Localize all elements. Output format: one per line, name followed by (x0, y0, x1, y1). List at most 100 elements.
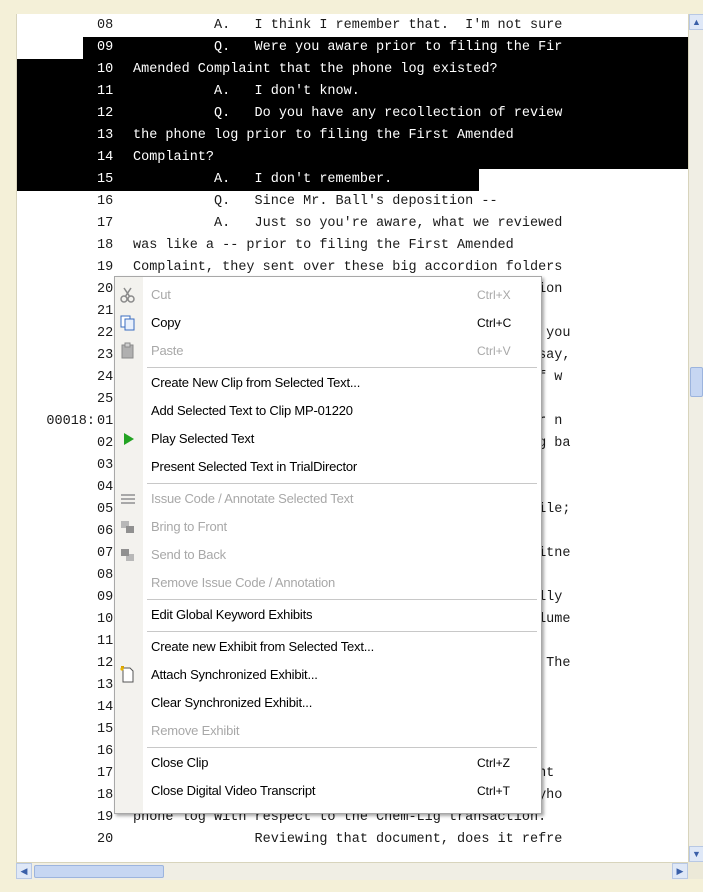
menu-item-send-to-back: Send to Back (115, 541, 541, 569)
scroll-right-arrow-icon[interactable]: ▶ (672, 863, 688, 879)
menu-item-attach-synchronized-exhibit[interactable]: Attach Synchronized Exhibit... (115, 661, 541, 689)
transcript-line: 08 A. I think I remember that. I'm not s… (17, 15, 689, 37)
line-number: 13 (97, 128, 114, 143)
line-number: 20 (97, 832, 114, 847)
menu-item-issue-code-annotate-selected-text: Issue Code / Annotate Selected Text (115, 485, 541, 513)
line-number: 08 (97, 568, 114, 583)
line-number: 21 (97, 304, 114, 319)
line-number: 17 (97, 216, 114, 231)
line-text: A. I don't remember. (133, 172, 393, 187)
line-number: 25 (97, 392, 114, 407)
scroll-left-arrow-icon[interactable]: ◀ (16, 863, 32, 879)
menu-item-label: Add Selected Text to Clip MP-01220 (151, 403, 353, 418)
line-number: 14 (97, 700, 114, 715)
line-text: Q. Were you aware prior to filing the Fi… (133, 40, 563, 55)
line-number: 05 (97, 502, 114, 517)
menu-item-cut: Cut Ctrl+X (115, 281, 541, 309)
transcript-line: 18 was like a -- prior to filing the Firs… (17, 235, 689, 257)
line-number: 18 (97, 788, 114, 803)
horizontal-scroll-thumb[interactable] (34, 865, 164, 878)
scrollbar-corner (688, 862, 703, 879)
line-text: A. Just so you're aware, what we reviewe… (133, 216, 563, 231)
menu-item-shortcut: Ctrl+X (477, 288, 511, 302)
send-back-icon (119, 546, 137, 564)
line-text: Complaint? (133, 150, 215, 165)
menu-item-remove-exhibit: Remove Exhibit (115, 717, 541, 745)
menu-item-close-digital-video-transcript[interactable]: Close Digital Video Transcript Ctrl+T (115, 777, 541, 805)
line-text: Reviewing that document, does it refre (133, 832, 563, 847)
menu-item-bring-to-front: Bring to Front (115, 513, 541, 541)
line-number: 16 (97, 744, 114, 759)
play-icon (119, 430, 137, 448)
menu-item-create-new-exhibit-from-selected-text[interactable]: Create new Exhibit from Selected Text... (115, 633, 541, 661)
transcript-line: 16 Q. Since Mr. Ball's deposition -- (17, 191, 689, 213)
menu-item-copy[interactable]: Copy Ctrl+C (115, 309, 541, 337)
line-number: 09 (97, 40, 114, 55)
menu-item-label: Create New Clip from Selected Text... (151, 375, 361, 390)
menu-item-label: Issue Code / Annotate Selected Text (151, 491, 354, 506)
line-number: 10 (97, 612, 114, 627)
menu-item-shortcut: Ctrl+C (477, 316, 512, 330)
line-text: A. I think I remember that. I'm not sure (133, 18, 563, 33)
menu-item-shortcut: Ctrl+Z (477, 756, 510, 770)
transcript-line: 10 Amended Complaint that the phone log e… (17, 59, 689, 81)
menu-item-label: Send to Back (151, 547, 226, 562)
menu-item-label: Copy (151, 315, 181, 330)
line-number: 23 (97, 348, 114, 363)
vertical-scroll-thumb[interactable] (690, 367, 703, 397)
line-number: 14 (97, 150, 114, 165)
horizontal-scrollbar[interactable]: ◀ ▶ (16, 862, 688, 880)
menu-item-label: Cut (151, 287, 171, 302)
line-number: 17 (97, 766, 114, 781)
menu-item-label: Create new Exhibit from Selected Text... (151, 639, 374, 654)
line-number: 09 (97, 590, 114, 605)
menu-item-label: Close Clip (151, 755, 209, 770)
line-number: 11 (97, 84, 114, 99)
menu-item-add-selected-text-to-clip-mp-01220[interactable]: Add Selected Text to Clip MP-01220 (115, 397, 541, 425)
context-menu: Cut Ctrl+X Copy Ctrl+C Paste Ctrl+V Create New… (114, 276, 542, 814)
menu-separator (147, 599, 537, 600)
menu-item-create-new-clip-from-selected-text[interactable]: Create New Clip from Selected Text... (115, 369, 541, 397)
line-number: 13 (97, 678, 114, 693)
scroll-down-arrow-icon[interactable]: ▼ (689, 846, 703, 862)
line-number: 22 (97, 326, 114, 341)
line-number: 18 (97, 238, 114, 253)
line-number: 15 (97, 172, 114, 187)
scroll-up-arrow-icon[interactable]: ▲ (689, 14, 703, 30)
menu-separator (147, 747, 537, 748)
menu-item-label: Edit Global Keyword Exhibits (151, 607, 313, 622)
vertical-scrollbar[interactable]: ▲ ▼ (688, 14, 703, 862)
menu-item-paste: Paste Ctrl+V (115, 337, 541, 365)
menu-item-label: Play Selected Text (151, 431, 255, 446)
line-number: 08 (97, 18, 114, 33)
copy-icon (119, 314, 137, 332)
line-number: 01 (97, 414, 114, 429)
transcript-line: 09 Q. Were you aware prior to filing the… (17, 37, 689, 59)
menu-item-present-selected-text-in-trialdirector[interactable]: Present Selected Text in TrialDirector (115, 453, 541, 481)
transcript-line: 11 A. I don't know. (17, 81, 689, 103)
paste-icon (119, 342, 137, 360)
line-text: A. I don't know. (133, 84, 360, 99)
menu-item-remove-issue-code-annotation: Remove Issue Code / Annotation (115, 569, 541, 597)
line-number: 03 (97, 458, 114, 473)
menu-item-clear-synchronized-exhibit[interactable]: Clear Synchronized Exhibit... (115, 689, 541, 717)
menu-item-play-selected-text[interactable]: Play Selected Text (115, 425, 541, 453)
menu-item-label: Attach Synchronized Exhibit... (151, 667, 318, 682)
line-number: 15 (97, 722, 114, 737)
line-text: Q. Do you have any recollection of revie… (133, 106, 563, 121)
page-marker: 00018: (46, 414, 95, 429)
line-text: the phone log prior to filing the First … (133, 128, 514, 143)
bring-front-icon (119, 518, 137, 536)
menu-separator (147, 631, 537, 632)
menu-item-label: Remove Exhibit (151, 723, 240, 738)
transcript-line: 20 Reviewing that document, does it refr… (17, 829, 689, 851)
menu-item-shortcut: Ctrl+V (477, 344, 511, 358)
menu-item-label: Paste (151, 343, 184, 358)
line-number: 12 (97, 656, 114, 671)
menu-item-edit-global-keyword-exhibits[interactable]: Edit Global Keyword Exhibits (115, 601, 541, 629)
transcript-line: 14 Complaint? (17, 147, 689, 169)
transcript-line: 15 A. I don't remember. (17, 169, 689, 191)
menu-item-close-clip[interactable]: Close Clip Ctrl+Z (115, 749, 541, 777)
line-number: 20 (97, 282, 114, 297)
transcript-line: 13 the phone log prior to filing the Firs… (17, 125, 689, 147)
